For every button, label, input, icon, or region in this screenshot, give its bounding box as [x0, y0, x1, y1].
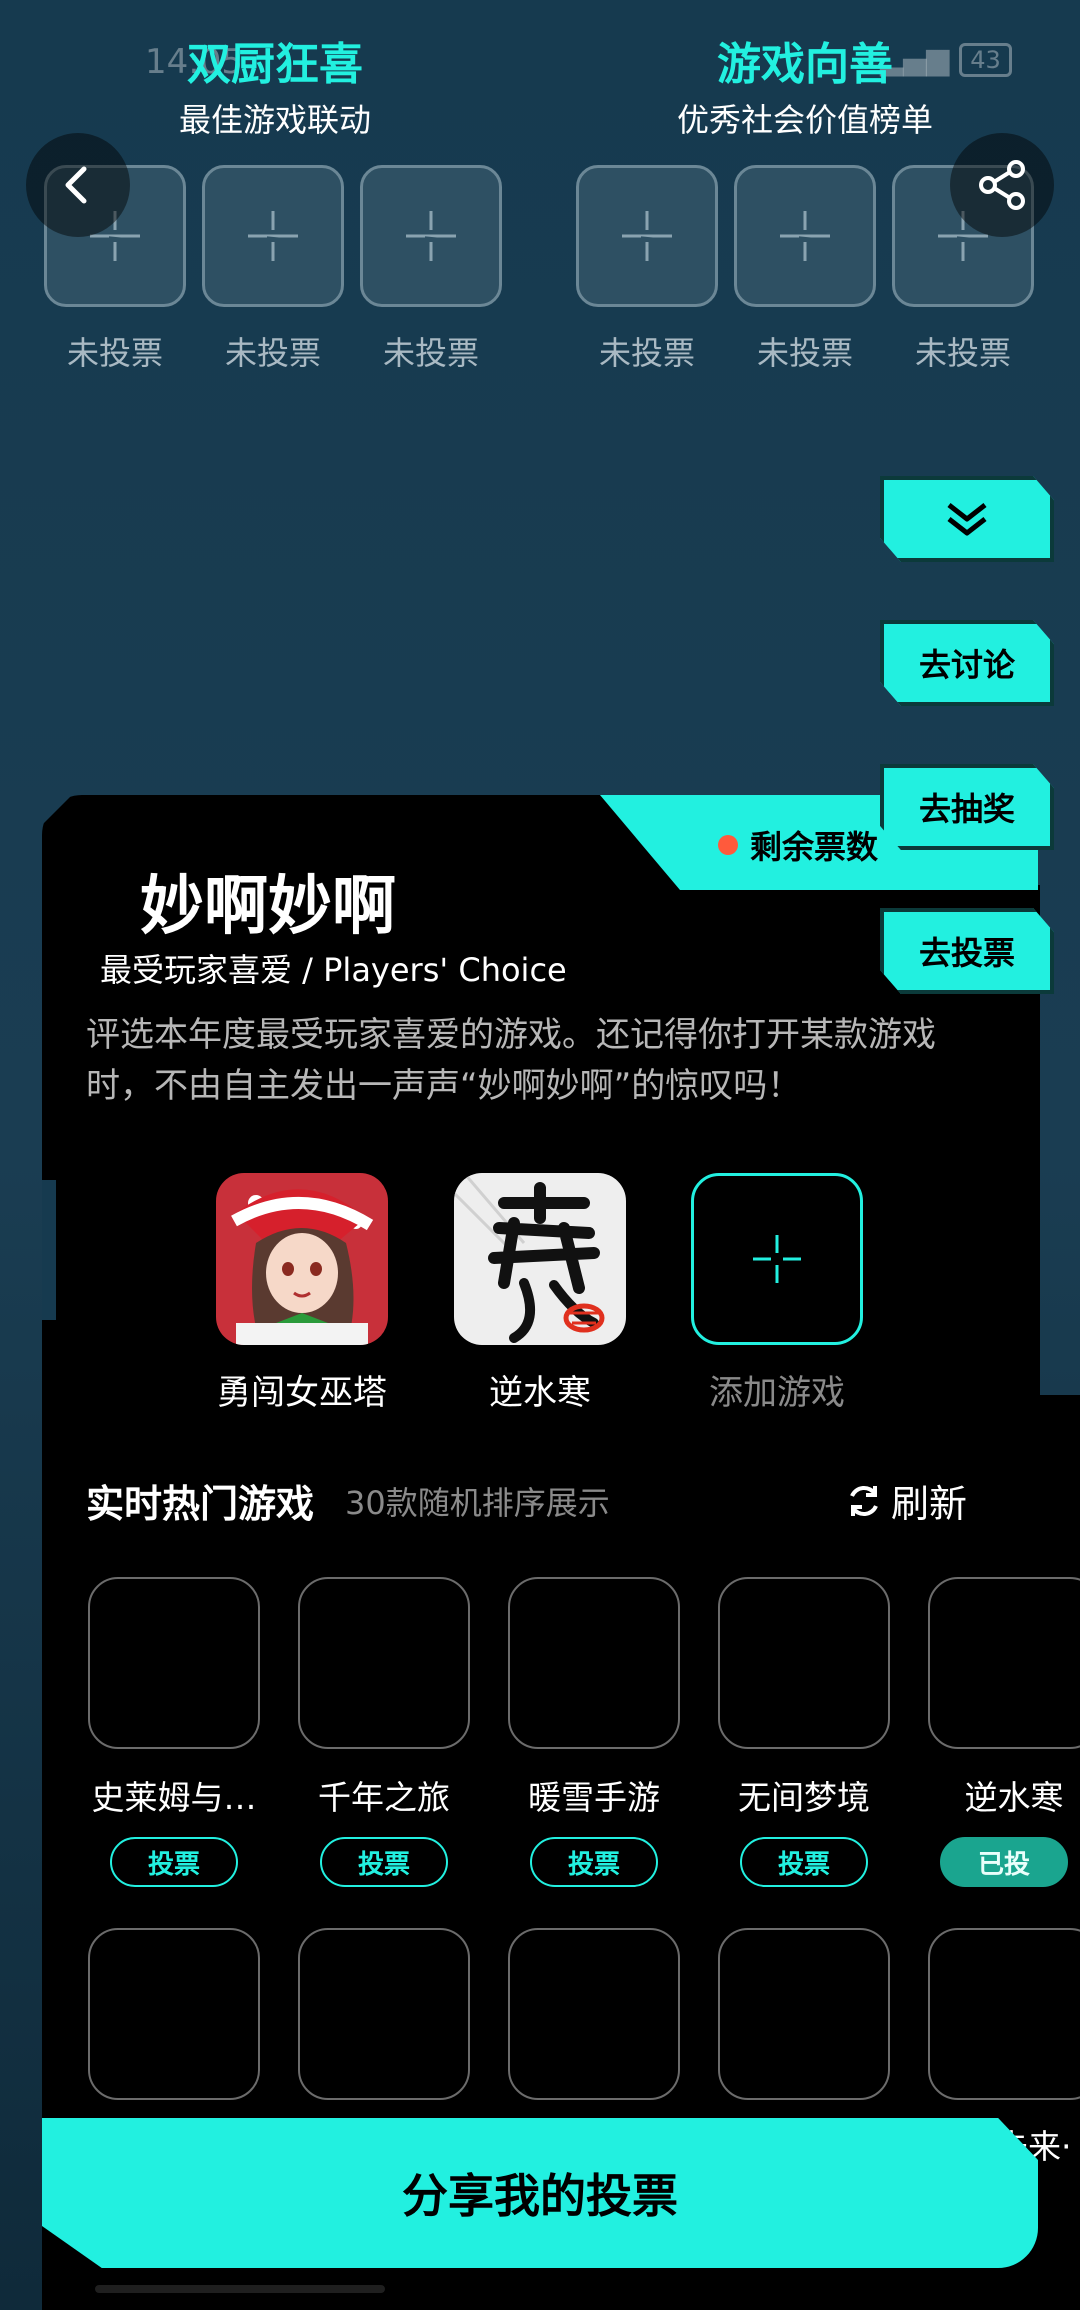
remaining-votes-label: 剩余票数 — [750, 828, 879, 866]
game-card[interactable]: 逆水寒 已投 — [928, 1577, 1080, 1887]
game-name: 史莱姆与… — [91, 1778, 257, 1817]
game-thumbnail — [298, 1928, 470, 2100]
slot-status: 未投票 — [224, 334, 321, 372]
calligraphy-han-icon — [454, 1173, 626, 1345]
slot-status: 未投票 — [756, 334, 853, 372]
collapse-button[interactable] — [880, 476, 1054, 562]
game-thumbnail — [718, 1577, 890, 1749]
anime-girl-santa-icon — [216, 1173, 388, 1345]
remaining-votes: 剩余票数 — [718, 822, 878, 868]
game-card[interactable]: 无间梦境 投票 — [718, 1577, 890, 1887]
game-card[interactable] — [88, 1928, 260, 2100]
slot-status: 未投票 — [66, 334, 163, 372]
vote-slot[interactable] — [202, 165, 344, 307]
picked-game[interactable]: 勇闯女巫塔 — [216, 1173, 388, 1414]
vote-slot[interactable] — [734, 165, 876, 307]
game-card[interactable] — [508, 1928, 680, 2100]
game-thumbnail — [508, 1928, 680, 2100]
refresh-icon — [850, 1485, 878, 1516]
vote-slot[interactable] — [360, 165, 502, 307]
status-dot-icon — [718, 835, 738, 855]
game-card[interactable]: 史莱姆与… 投票 — [88, 1577, 260, 1887]
hot-games-title: 实时热门游戏 — [86, 1482, 315, 1526]
vote-button[interactable]: 投票 — [320, 1837, 448, 1887]
award-description: 评选本年度最受玩家喜爱的游戏。还记得你打开某款游戏时，不由自主发出一声声“妙啊妙… — [86, 1015, 936, 1106]
chevron-left-icon — [65, 166, 87, 204]
game-thumbnail — [928, 1928, 1080, 2100]
picked-game[interactable]: 逆水寒 — [454, 1173, 626, 1414]
vote-button[interactable]: 投票 — [740, 1837, 868, 1887]
game-card[interactable]: 暖雪手游 投票 — [508, 1577, 680, 1887]
game-name: 千年之旅 — [318, 1778, 450, 1817]
go-vote-button[interactable]: 去投票 — [880, 908, 1054, 994]
category-subtitle-2: 优秀社会价值榜单 — [676, 101, 933, 139]
share-my-votes-button[interactable]: 分享我的投票 — [42, 2118, 1038, 2268]
refresh-label: 刷新 — [891, 1482, 968, 1526]
game-card[interactable] — [718, 1928, 890, 2100]
share-icon — [979, 160, 1025, 210]
card-notch — [42, 1180, 56, 1320]
award-title: 妙啊妙啊 — [140, 869, 396, 944]
plus-icon — [691, 1173, 863, 1345]
picked-game-name: 勇闯女巫塔 — [217, 1373, 387, 1413]
add-game-label: 添加游戏 — [709, 1373, 845, 1413]
slot-status: 未投票 — [382, 334, 479, 372]
game-thumbnail — [718, 1928, 890, 2100]
plus-icon — [780, 211, 830, 261]
battery-icon: 43 — [959, 42, 1012, 77]
slot-status: 未投票 — [914, 334, 1011, 372]
add-game-button[interactable]: 添加游戏 — [691, 1173, 863, 1414]
game-thumbnail — [508, 1577, 680, 1749]
game-card[interactable] — [928, 1928, 1080, 2100]
game-name: 逆水寒 — [964, 1778, 1064, 1817]
vote-button[interactable]: 投票 — [530, 1837, 658, 1887]
slot-status: 未投票 — [598, 334, 695, 372]
game-thumbnail — [88, 1577, 260, 1749]
refresh-button[interactable]: 刷新 — [845, 1473, 967, 1528]
hot-games-subtitle: 30款随机排序展示 — [345, 1484, 610, 1522]
plus-icon — [622, 211, 672, 261]
back-button[interactable] — [26, 133, 130, 237]
category-title-1: 双厨狂喜 — [187, 39, 363, 90]
game-card[interactable]: 千年之旅 投票 — [298, 1577, 470, 1887]
voted-button[interactable]: 已投 — [940, 1837, 1068, 1887]
double-chevron-down-icon — [947, 503, 987, 536]
vote-slot[interactable] — [576, 165, 718, 307]
game-name: 无间梦境 — [738, 1778, 870, 1817]
game-card[interactable] — [298, 1928, 470, 2100]
discuss-button[interactable]: 去讨论 — [880, 620, 1054, 706]
share-button[interactable] — [950, 133, 1054, 237]
home-indicator — [95, 2285, 385, 2293]
game-thumbnail — [88, 1928, 260, 2100]
game-thumbnail — [928, 1577, 1080, 1749]
plus-icon — [406, 211, 456, 261]
picked-game-name: 逆水寒 — [489, 1373, 591, 1413]
category-subtitle-1: 最佳游戏联动 — [178, 101, 371, 139]
plus-icon — [248, 211, 298, 261]
game-name: 暖雪手游 — [528, 1778, 660, 1817]
category-title-2: 游戏向善 — [717, 39, 893, 90]
game-thumbnail — [298, 1577, 470, 1749]
vote-button[interactable]: 投票 — [110, 1837, 238, 1887]
lottery-button[interactable]: 去抽奖 — [880, 764, 1054, 850]
award-subtitle: 最受玩家喜爱 / Players' Choice — [100, 951, 567, 989]
